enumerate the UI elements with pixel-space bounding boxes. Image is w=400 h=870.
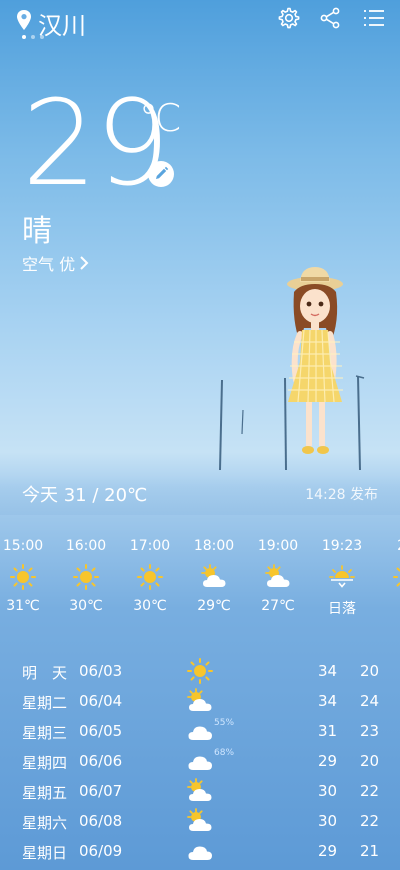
low-temp: 22 [360,812,380,830]
today-summary: 今天 31 / 20℃ [22,485,148,506]
high-temp: 34 [318,692,338,710]
hour-temperature: 30℃ [133,598,167,614]
hour-item: 16:00 30℃ [63,538,109,614]
cloud-icon [188,726,212,740]
date: 06/04 [79,692,123,710]
hour-temperature: 2 [383,598,400,614]
low-temp: 20 [360,752,380,770]
top-bar: 汉川 [0,0,400,48]
hour-time: 19:00 [257,538,299,554]
hour-item: 19:23 日落 [319,538,365,618]
page-dot [40,35,44,39]
low-temp: 23 [360,722,380,740]
low-temp: 24 [360,692,380,710]
weekday: 星期二 [22,694,68,712]
sun-icon [137,564,163,590]
high-temp: 29 [318,842,338,860]
precip-chance: 55% [214,718,235,728]
sun-icon [73,564,99,590]
city-name[interactable]: 汉川 [38,6,86,41]
hour-temperature: 30℃ [69,598,103,614]
share-icon[interactable] [318,6,342,30]
high-temp: 29 [318,752,338,770]
date: 06/03 [79,662,123,680]
precip-chance: 68% [214,748,235,758]
weekday: 星期五 [22,784,68,802]
air-quality-label: 空气 优 [22,255,76,274]
temperature-unit: ℃ [139,96,182,140]
weekday: 星期三 [22,724,68,742]
menu-icon[interactable] [362,6,386,30]
reeds-decoration [219,375,365,471]
partly-cloudy-icon [201,564,226,587]
low-temp: 21 [360,842,380,860]
date: 06/08 [79,812,123,830]
location-pin-icon [17,10,31,30]
date: 06/05 [79,722,123,740]
weekday: 明 天 [22,664,68,682]
chevron-right-icon [79,255,89,274]
forecast-row[interactable]: 星期日 06/09 29 21 [0,838,400,868]
page-dot-active [22,35,26,39]
forecast-row[interactable]: 星期五 06/07 30 22 [0,778,400,808]
sunset-label: 日落 [328,601,356,617]
air-quality-link[interactable]: 空气 优 [22,251,89,275]
pencil-icon [156,166,169,179]
sun-icon [187,658,213,684]
hour-time: 16:00 [65,538,107,554]
forecast-row[interactable]: 星期四 06/06 68% 29 20 [0,748,400,778]
hour-item: 18:00 29℃ [191,538,237,614]
high-temp: 31 [318,722,338,740]
hour-time: 17:00 [129,538,171,554]
cloud-icon [188,756,212,770]
page-indicator [22,35,44,39]
settings-gear-icon[interactable] [276,6,300,30]
weekday: 星期日 [22,844,68,862]
sunset-icon [329,565,355,588]
partly-cloudy-icon [265,564,290,587]
date: 06/09 [79,842,123,860]
publish-time: 14:28 发布 [305,487,378,503]
page-dot [31,35,35,39]
partly-cloudy-icon [187,688,212,711]
weather-condition: 晴 [22,214,52,249]
partly-cloudy-icon [187,778,212,801]
sun-icon [393,567,400,587]
hour-item: 19:00 27℃ [255,538,301,614]
hour-temperature: 31℃ [6,598,40,614]
edit-button[interactable] [148,161,174,187]
forecast-row[interactable]: 星期三 06/05 55% 31 23 [0,718,400,748]
hour-item: 17:00 30℃ [127,538,173,614]
forecast-row[interactable]: 星期六 06/08 30 22 [0,808,400,838]
hour-item: 20 2 [383,538,400,614]
date: 06/07 [79,782,123,800]
sun-icon [10,564,36,590]
hourly-forecast[interactable]: 15:00 31℃ 16:00 30℃ 17:00 30℃ 18:00 29℃ … [0,538,400,628]
high-temp: 30 [318,782,338,800]
hour-time: 15:00 [2,538,44,554]
weekday: 星期六 [22,814,68,832]
hour-time: 18:00 [193,538,235,554]
forecast-row[interactable]: 明 天 06/03 34 20 [0,658,400,688]
weekday: 星期四 [22,754,68,772]
date: 06/06 [79,752,123,770]
hour-temperature: 29℃ [197,598,231,614]
low-temp: 22 [360,782,380,800]
partly-cloudy-icon [187,808,212,831]
forecast-row[interactable]: 星期二 06/04 34 24 [0,688,400,718]
hour-item: 15:00 31℃ [0,538,46,614]
cloud-icon [188,846,212,860]
hour-time: 19:23 [321,538,363,554]
hour-temperature: 27℃ [261,598,295,614]
high-temp: 34 [318,662,338,680]
hour-time: 20 [383,538,400,556]
low-temp: 20 [360,662,380,680]
high-temp: 30 [318,812,338,830]
